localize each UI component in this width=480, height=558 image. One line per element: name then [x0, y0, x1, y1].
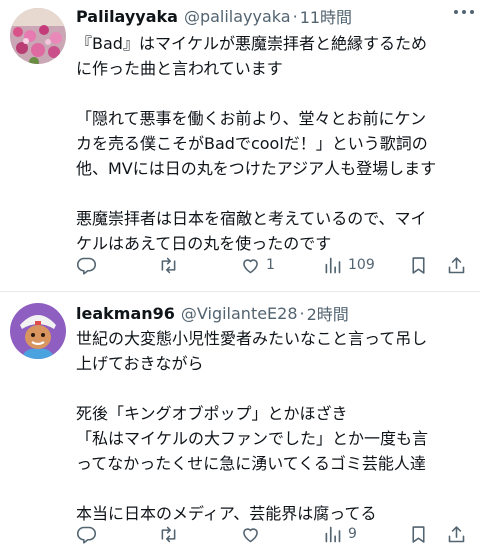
separator: · — [292, 6, 298, 26]
tweet-text: 『Bad』はマイケルが悪魔崇拝者と絶縁するため に作った曲と言われています 「隠… — [76, 31, 464, 256]
tweet-1[interactable]: Palilayyaka @palilayyaka · 11時間 『Bad』はマイ… — [0, 0, 480, 292]
reply-button[interactable] — [76, 253, 97, 277]
share-button[interactable] — [446, 522, 467, 546]
separator: · — [299, 303, 305, 323]
more-icon[interactable] — [454, 4, 474, 20]
bookmark-icon — [412, 256, 425, 274]
tweet-header: Palilayyaka @palilayyaka · 11時間 — [76, 4, 472, 28]
like-count: 1 — [266, 257, 275, 273]
tweet-divider — [0, 291, 480, 292]
text-line: 「隠れて悪事を働くお前より、堂々とお前にケン — [76, 109, 427, 128]
timestamp[interactable]: 11時間 — [300, 4, 352, 28]
timestamp[interactable]: 2時間 — [307, 301, 349, 325]
views-icon — [325, 257, 341, 273]
text-line: 『Bad』はマイケルが悪魔崇拝者と絶縁するため — [76, 34, 427, 53]
text-line: 死後「キングオブポップ」とかほざき — [76, 404, 348, 423]
action-bar: 9 — [70, 522, 470, 546]
text-line: 上げておきながら — [76, 354, 204, 373]
views-count: 109 — [348, 257, 375, 273]
share-icon — [448, 256, 465, 273]
views-count: 9 — [348, 526, 357, 542]
avatar-cartoon-image — [10, 303, 66, 359]
handle[interactable]: @palilayyaka — [184, 7, 291, 26]
text-line: ってなかったくせに急に湧いてくるゴミ芸能人達 — [76, 454, 426, 473]
reply-icon — [76, 526, 97, 544]
text-line: カを売る僕こそがBadでcoolだ！」という歌詞の — [76, 134, 428, 153]
views-button[interactable]: 109 — [322, 253, 375, 277]
avatar-flowers-image — [10, 8, 66, 64]
share-icon — [448, 525, 465, 542]
reply-button[interactable] — [76, 522, 97, 546]
text-gap — [76, 376, 464, 401]
views-icon — [325, 526, 341, 542]
display-name[interactable]: leakman96 — [76, 304, 175, 323]
tweet-header: leakman96 @VigilanteE28 · 2時間 — [76, 301, 472, 325]
like-icon — [243, 527, 258, 542]
retweet-icon — [161, 257, 176, 273]
views-button[interactable]: 9 — [322, 522, 357, 546]
avatar[interactable] — [10, 8, 66, 64]
text-line: 世紀の大変態小児性愛者みたいなこと言って吊し — [76, 329, 428, 348]
like-icon — [243, 258, 258, 273]
text-gap — [76, 81, 464, 106]
action-bar: 1 109 — [70, 253, 470, 277]
text-gap — [76, 476, 464, 501]
handle[interactable]: @VigilanteE28 — [181, 304, 298, 323]
bookmark-button[interactable] — [408, 522, 429, 546]
like-button[interactable]: 1 — [240, 253, 275, 277]
avatar[interactable] — [10, 303, 66, 359]
text-line: 「私はマイケルの大ファンでした」とか一度も言 — [76, 429, 429, 448]
bookmark-icon — [412, 525, 425, 543]
display-name[interactable]: Palilayyaka — [76, 7, 178, 26]
tweet-2[interactable]: leakman96 @VigilanteE28 · 2時間 世紀の大変態小児性愛… — [0, 293, 480, 558]
tweet-text: 世紀の大変態小児性愛者みたいなこと言って吊し 上げておきながら 死後「キングオブ… — [76, 326, 464, 526]
text-line: に作った曲と言われています — [76, 59, 283, 78]
text-line: 悪魔崇拝者は日本を宿敵と考えているので、マイ — [76, 209, 427, 228]
text-line: 他、MVには日の丸をつけたアジア人も登場します — [76, 159, 437, 178]
share-button[interactable] — [446, 253, 467, 277]
bookmark-button[interactable] — [408, 253, 429, 277]
reply-icon — [76, 257, 97, 275]
text-gap — [76, 181, 464, 206]
retweet-button[interactable] — [158, 253, 179, 277]
retweet-button[interactable] — [158, 522, 179, 546]
like-button[interactable] — [240, 522, 261, 546]
retweet-icon — [161, 526, 176, 542]
